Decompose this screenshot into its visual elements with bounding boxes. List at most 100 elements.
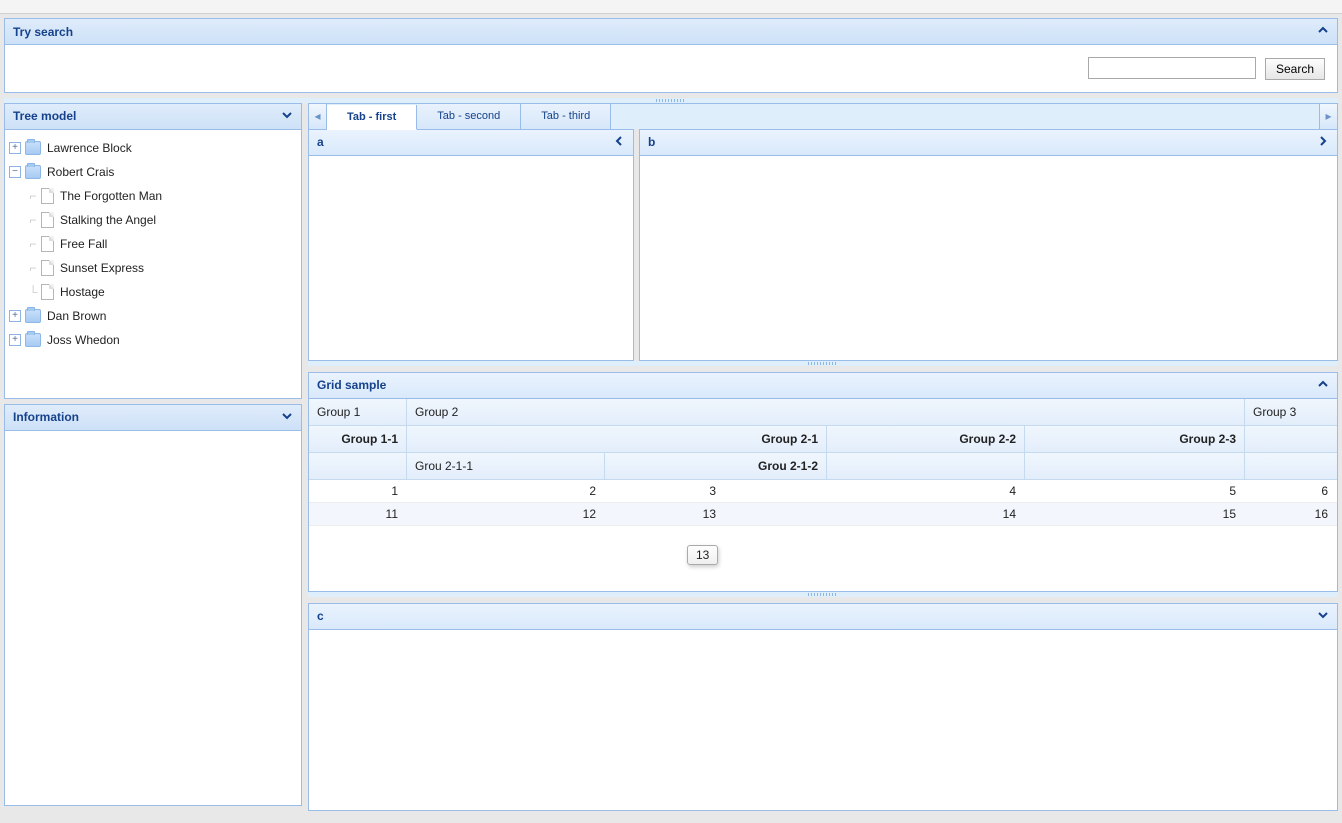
tree-node-folder[interactable]: + Dan Brown (9, 304, 297, 328)
chevron-down-icon[interactable] (1317, 609, 1329, 624)
info-panel-header: Information (5, 405, 301, 431)
tree-node-folder[interactable]: + Joss Whedon (9, 328, 297, 352)
search-button[interactable]: Search (1265, 58, 1325, 80)
tree-panel-header: Tree model (5, 104, 301, 130)
tree-body: + Lawrence Block − Robert Crais ⌐ The Fo… (5, 130, 301, 398)
expand-icon[interactable]: + (9, 334, 21, 346)
tab-third[interactable]: Tab - third (521, 104, 611, 129)
grid-col-header[interactable]: Group 3 (1245, 399, 1337, 425)
tab-second[interactable]: Tab - second (417, 104, 521, 129)
splitter-horizontal[interactable] (308, 592, 1338, 597)
tree-elbow-icon: ⌐ (25, 213, 41, 227)
tree-node-folder[interactable]: + Lawrence Block (9, 136, 297, 160)
tree-panel: Tree model + Lawrence Block − Robert C (4, 103, 302, 399)
panel-a: a (308, 129, 634, 361)
grid-col-header[interactable]: Group 2-2 (827, 426, 1025, 452)
grid-col-header (1245, 453, 1337, 479)
tree-elbow-icon: ⌐ (25, 189, 41, 203)
grid-col-header[interactable]: Group 1-1 (309, 426, 407, 452)
grid-cell: 16 (1245, 503, 1337, 525)
expand-icon[interactable]: + (9, 310, 21, 322)
folder-icon (25, 333, 41, 347)
tab-scroll-right[interactable]: ▸ (1319, 104, 1337, 129)
tree-node-leaf[interactable]: ⌐ Free Fall (9, 232, 297, 256)
tab-scroll-left[interactable]: ◂ (309, 104, 327, 129)
grid-col-header[interactable]: Group 2 (407, 399, 1245, 425)
info-panel: Information (4, 404, 302, 806)
grid-cell: 3 (605, 480, 725, 502)
chevron-down-icon[interactable] (281, 410, 293, 425)
panel-a-body (309, 156, 633, 360)
tab-label: Tab - first (347, 111, 396, 123)
chevron-down-icon[interactable] (281, 109, 293, 124)
tree-label: Robert Crais (47, 165, 114, 179)
document-icon (41, 260, 54, 276)
folder-icon (25, 309, 41, 323)
tree-node-leaf[interactable]: └ Hostage (9, 280, 297, 304)
collapse-icon[interactable]: − (9, 166, 21, 178)
search-panel: Try search Search (4, 18, 1338, 93)
splitter-horizontal[interactable] (4, 98, 1338, 103)
tree-label: Free Fall (60, 237, 107, 251)
search-panel-title: Try search (13, 25, 73, 39)
tree-node-leaf[interactable]: ⌐ The Forgotten Man (9, 184, 297, 208)
chevron-left-icon: ◂ (314, 109, 320, 123)
document-icon (41, 236, 54, 252)
panel-b: b (639, 129, 1338, 361)
grid-row[interactable]: 1 2 3 4 5 6 (309, 480, 1337, 503)
chevron-right-icon[interactable] (1317, 135, 1329, 150)
panel-a-header: a (309, 130, 633, 156)
grid-row[interactable]: 11 12 13 14 15 16 (309, 503, 1337, 526)
panel-b-title: b (648, 135, 655, 149)
chevron-up-icon[interactable] (1317, 378, 1329, 393)
tree-label: Hostage (60, 285, 105, 299)
grid-col-header[interactable]: Group 2-3 (1025, 426, 1245, 452)
splitter-horizontal[interactable] (308, 361, 1338, 366)
document-icon (41, 188, 54, 204)
tab-first[interactable]: Tab - first (327, 105, 417, 130)
grid-cell: 4 (725, 480, 1025, 502)
tree-node-leaf[interactable]: ⌐ Sunset Express (9, 256, 297, 280)
grid-panel-header: Grid sample (309, 373, 1337, 399)
tree-elbow-icon: ⌐ (25, 237, 41, 251)
grid-cell: 1 (309, 480, 407, 502)
search-input[interactable] (1088, 57, 1256, 79)
tree-node-leaf[interactable]: ⌐ Stalking the Angel (9, 208, 297, 232)
grid-col-header[interactable]: Grou 2-1-2 (605, 453, 827, 479)
expand-icon[interactable]: + (9, 142, 21, 154)
grid-cell: 11 (309, 503, 407, 525)
tree-elbow-icon: ⌐ (25, 261, 41, 275)
grid-cell: 5 (1025, 480, 1245, 502)
chevron-up-icon[interactable] (1317, 24, 1329, 39)
info-panel-body (5, 431, 301, 805)
panel-b-header: b (640, 130, 1337, 156)
grid-col-header (1245, 426, 1337, 452)
panel-a-title: a (317, 135, 324, 149)
grid-col-header[interactable]: Group 2-1 (407, 426, 827, 452)
tab-label: Tab - third (541, 110, 590, 122)
chevron-right-icon: ▸ (1325, 109, 1331, 123)
grid-cell: 13 (605, 503, 725, 525)
document-icon (41, 212, 54, 228)
tree-label: Sunset Express (60, 261, 144, 275)
grid-panel: Grid sample Group 1 Group 2 Group 3 Grou… (308, 372, 1338, 592)
tree-label: Stalking the Angel (60, 213, 156, 227)
panel-c-title: c (317, 609, 324, 623)
grid-col-header[interactable]: Grou 2-1-1 (407, 453, 605, 479)
document-icon (41, 284, 54, 300)
tree-label: Joss Whedon (47, 333, 120, 347)
chevron-left-icon[interactable] (613, 135, 625, 150)
browser-top-strip (0, 0, 1342, 14)
grid-panel-title: Grid sample (317, 378, 386, 392)
grid-col-header (1025, 453, 1245, 479)
search-panel-body: Search (5, 45, 1337, 92)
grid-cell: 2 (407, 480, 605, 502)
panel-b-body (640, 156, 1337, 360)
tree-panel-title: Tree model (13, 109, 76, 123)
tree-node-folder[interactable]: − Robert Crais (9, 160, 297, 184)
tree-label: Dan Brown (47, 309, 106, 323)
grid-cell: 14 (725, 503, 1025, 525)
panel-c: c (308, 603, 1338, 811)
grid-col-header[interactable]: Group 1 (309, 399, 407, 425)
search-panel-header: Try search (5, 19, 1337, 45)
